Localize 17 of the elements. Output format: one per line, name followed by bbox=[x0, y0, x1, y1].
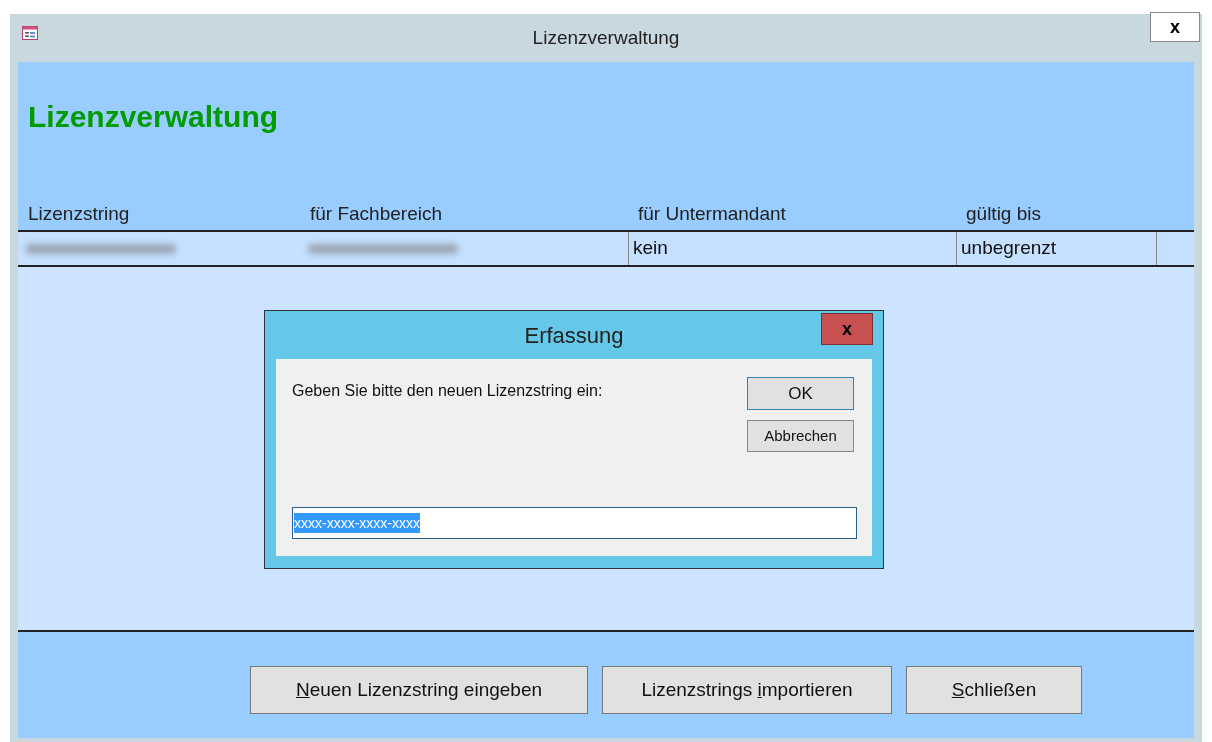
prompt-text: Geben Sie bitte den neuen Lizenzstring ein: bbox=[292, 381, 603, 401]
column-header: für Untermandant bbox=[638, 202, 786, 224]
window-title: Lizenzverwaltung bbox=[532, 25, 680, 50]
input-value: xxxx-xxxx-xxxx-xxxx bbox=[294, 513, 420, 533]
form-button[interactable]: Neuen Lizenzstring eingeben bbox=[250, 666, 588, 714]
dialog-button[interactable]: Abbrechen bbox=[747, 420, 854, 452]
form-icon bbox=[22, 26, 38, 40]
close-button[interactable]: x bbox=[821, 313, 873, 345]
column-header: Lizenzstring bbox=[28, 202, 130, 224]
close-button[interactable]: x bbox=[1150, 12, 1200, 42]
form-heading: Lizenzverwaltung bbox=[27, 99, 280, 135]
form-button[interactable]: Schließen bbox=[906, 666, 1082, 714]
column-header: für Fachbereich bbox=[310, 202, 442, 224]
form-button[interactable]: Lizenzstrings importieren bbox=[602, 666, 892, 714]
dialog-button[interactable]: OK bbox=[747, 377, 854, 410]
column-header: gültig bis bbox=[966, 202, 1041, 224]
dialog-title: Erfassung bbox=[524, 321, 624, 350]
